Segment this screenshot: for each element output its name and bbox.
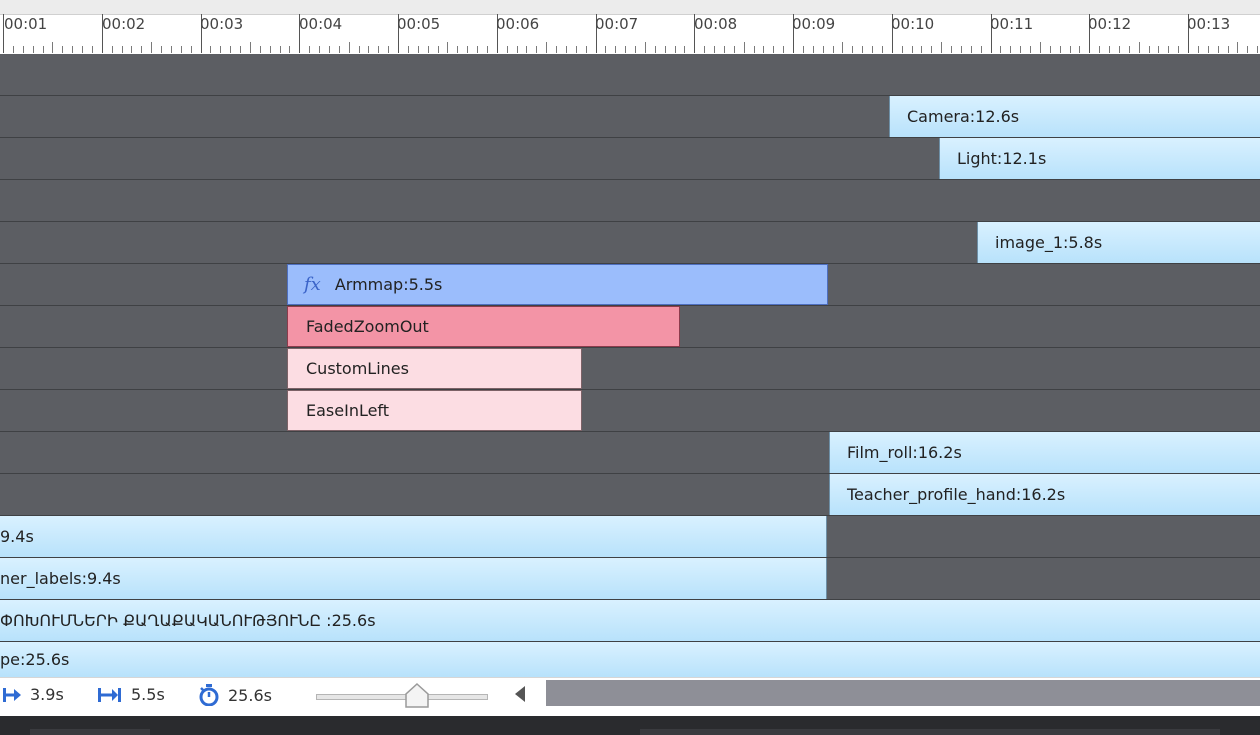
- start-time-icon: [3, 687, 21, 702]
- tick-label: 00:10: [891, 15, 935, 33]
- clip-label: Armmap:5.5s: [334, 275, 443, 294]
- tick-label: 00:07: [595, 15, 639, 33]
- tick-label: 00:06: [496, 15, 540, 33]
- tick-label: 00:05: [397, 15, 441, 33]
- timeline-clip-labels[interactable]: ner_labels:9.4s: [0, 558, 827, 599]
- track-row[interactable]: fx Armmap:5.5s: [0, 264, 1260, 306]
- track-row[interactable]: ner_labels:9.4s: [0, 558, 1260, 600]
- track-row[interactable]: [0, 180, 1260, 222]
- clip-label: pe:25.6s: [0, 650, 70, 669]
- clip-label: Film_roll:16.2s: [847, 443, 962, 462]
- clip-label: 9.4s: [0, 527, 34, 546]
- tick-label: 00:13: [1187, 15, 1231, 33]
- clip-label: EaseInLeft: [306, 401, 390, 420]
- track-row[interactable]: image_1:5.8s: [0, 222, 1260, 264]
- zoom-slider-track[interactable]: [316, 694, 488, 700]
- timeline-clip-armenian-title[interactable]: ՓՈԽՈՒՄՆԵՐԻ ՔԱՂԱՔԱԿԱՆՈՒԹՅՈՒՆԸ :25.6s: [0, 600, 1260, 641]
- timeline-clip-image[interactable]: image_1:5.8s: [977, 222, 1260, 263]
- clip-label: ՓՈԽՈՒՄՆԵՐԻ ՔԱՂԱՔԱԿԱՆՈՒԹՅՈՒՆԸ :25.6s: [0, 611, 376, 630]
- tick-label: 00:09: [792, 15, 836, 33]
- track-row[interactable]: ՓՈԽՈՒՄՆԵՐԻ ՔԱՂԱՔԱԿԱՆՈՒԹՅՈՒՆԸ :25.6s: [0, 600, 1260, 642]
- clip-label: CustomLines: [306, 359, 409, 378]
- timeline-tracks: Camera:12.6s Light:12.1s image_1:5.8s fx…: [0, 54, 1260, 677]
- footer-segment: [30, 729, 150, 735]
- tick-label: 00:11: [990, 15, 1034, 33]
- duration-icon: [98, 687, 121, 702]
- zoom-slider-thumb[interactable]: [404, 682, 430, 708]
- clip-label: Camera:12.6s: [907, 107, 1020, 126]
- effect-clip-fadedzoomout[interactable]: FadedZoomOut: [287, 306, 680, 347]
- track-row[interactable]: Teacher_profile_hand:16.2s: [0, 474, 1260, 516]
- start-time-value: 3.9s: [30, 685, 64, 704]
- track-row[interactable]: CustomLines: [0, 348, 1260, 390]
- track-row[interactable]: EaseInLeft: [0, 390, 1260, 432]
- total-time-value: 25.6s: [228, 685, 272, 705]
- footer-strip: [0, 716, 1260, 735]
- scroll-left-icon[interactable]: [512, 684, 528, 704]
- track-row[interactable]: [0, 54, 1260, 96]
- horizontal-scrollbar[interactable]: [546, 680, 1260, 706]
- clip-label: image_1:5.8s: [995, 233, 1103, 252]
- stopwatch-icon: [199, 684, 219, 706]
- tick-label: 00:02: [102, 15, 146, 33]
- track-row[interactable]: Camera:12.6s: [0, 96, 1260, 138]
- timeline-clip-teacher-profile-hand[interactable]: Teacher_profile_hand:16.2s: [829, 474, 1260, 515]
- clip-label: FadedZoomOut: [306, 317, 429, 336]
- timeline-clip-partial[interactable]: 9.4s: [0, 516, 827, 557]
- timeline-clip-film-roll[interactable]: Film_roll:16.2s: [829, 432, 1260, 473]
- timeline-clip-light[interactable]: Light:12.1s: [939, 138, 1260, 179]
- clip-label: Light:12.1s: [957, 149, 1047, 168]
- effect-clip-easeinleft[interactable]: EaseInLeft: [287, 390, 582, 431]
- track-row[interactable]: 9.4s: [0, 516, 1260, 558]
- tick-label: 00:12: [1088, 15, 1132, 33]
- tick-label: 00:01: [4, 15, 48, 33]
- tick-label: 00:03: [200, 15, 244, 33]
- effect-clip-customlines[interactable]: CustomLines: [287, 348, 582, 389]
- track-row[interactable]: FadedZoomOut: [0, 306, 1260, 348]
- tick-label: 00:08: [694, 15, 738, 33]
- footer-segment: [640, 729, 1220, 735]
- track-row[interactable]: Film_roll:16.2s: [0, 432, 1260, 474]
- timeline-clip-camera[interactable]: Camera:12.6s: [889, 96, 1260, 137]
- timeline-panel: 00:01 00:02 00:03 00:04 00:05 00:06 00:0…: [0, 0, 1260, 735]
- total-time-stat: 25.6s: [198, 684, 272, 706]
- duration-stat: 5.5s: [97, 685, 165, 704]
- fx-icon: fx: [304, 274, 321, 295]
- clip-label: Teacher_profile_hand:16.2s: [847, 485, 1066, 504]
- clip-label: ner_labels:9.4s: [0, 569, 121, 588]
- timeline-clip-shape[interactable]: pe:25.6s: [0, 642, 1260, 677]
- tick-label: 00:04: [299, 15, 343, 33]
- duration-value: 5.5s: [131, 685, 165, 704]
- time-ruler[interactable]: 00:01 00:02 00:03 00:04 00:05 00:06 00:0…: [0, 0, 1260, 55]
- start-time-stat: 3.9s: [2, 685, 64, 704]
- track-row[interactable]: Light:12.1s: [0, 138, 1260, 180]
- track-row[interactable]: pe:25.6s: [0, 642, 1260, 677]
- timeline-clip-armmap[interactable]: fx Armmap:5.5s: [287, 264, 828, 305]
